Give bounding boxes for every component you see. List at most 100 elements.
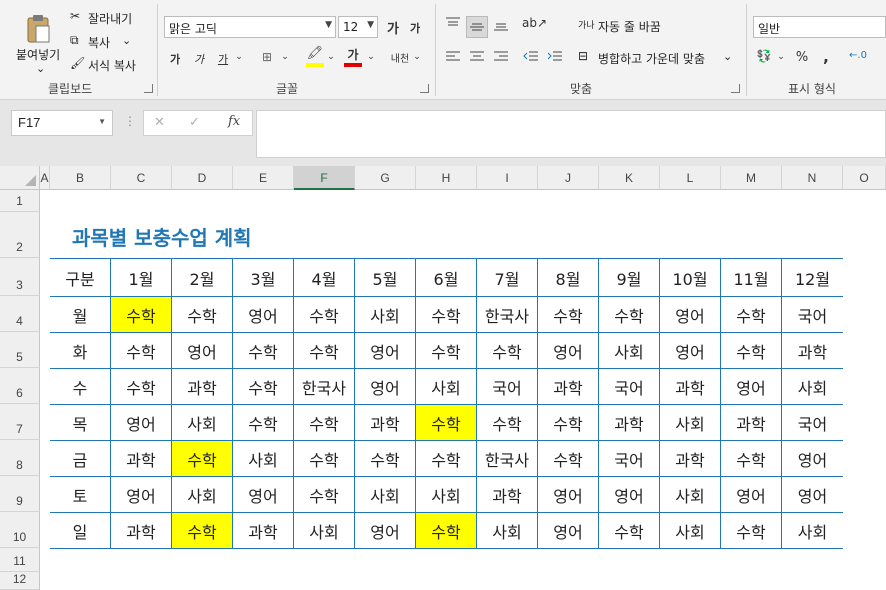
chevron-down-icon[interactable]: ⌄ <box>412 52 422 62</box>
column-header-m[interactable]: M <box>721 166 782 190</box>
align-top-icon[interactable] <box>444 16 462 36</box>
table-header-cell[interactable]: 7월 <box>477 259 538 296</box>
table-cell[interactable]: 수학 <box>294 333 355 368</box>
table-header-cell[interactable]: 구분 <box>50 259 111 296</box>
table-cell[interactable]: 국어 <box>599 441 660 476</box>
fill-color-icon[interactable]: 🖍 <box>306 46 324 67</box>
table-cell[interactable]: 사회 <box>294 513 355 548</box>
table-cell[interactable]: 수학 <box>721 513 782 548</box>
table-cell[interactable]: 수학 <box>233 333 294 368</box>
table-cell[interactable]: 영어 <box>111 477 172 512</box>
chevron-down-icon[interactable]: ⌄ <box>326 52 336 62</box>
column-header-i[interactable]: I <box>477 166 538 190</box>
table-cell[interactable]: 영어 <box>233 297 294 332</box>
column-header-l[interactable]: L <box>660 166 721 190</box>
row-header-11[interactable]: 11 <box>0 548 40 572</box>
column-header-j[interactable]: J <box>538 166 599 190</box>
table-cell[interactable]: 과학 <box>172 369 233 404</box>
table-cell[interactable]: 사회 <box>782 513 843 548</box>
paste-button[interactable]: 붙여넣기 ⌄ <box>10 8 66 75</box>
increase-decimal-icon[interactable]: ←.0 <box>846 50 870 61</box>
table-cell[interactable]: 한국사 <box>477 441 538 476</box>
comma-style-button[interactable]: , <box>818 48 834 66</box>
table-cell[interactable]: 영어 <box>782 477 843 512</box>
font-dialog-launcher-icon[interactable] <box>420 84 429 93</box>
table-cell[interactable]: 수학 <box>172 441 233 476</box>
formula-input[interactable] <box>256 110 886 158</box>
underline-button[interactable]: 가 <box>214 51 232 67</box>
table-cell[interactable]: 수학 <box>416 333 477 368</box>
decrease-indent-icon[interactable] <box>522 50 540 67</box>
font-size-select[interactable]: 12 ▼ <box>338 16 378 38</box>
bold-button[interactable]: 가 <box>166 51 184 67</box>
shrink-font-button[interactable]: 가 <box>406 20 424 36</box>
table-cell[interactable]: 과학 <box>660 441 721 476</box>
format-painter-button[interactable]: 🖌 서식 복사 <box>70 56 148 74</box>
table-cell[interactable]: 사회 <box>782 369 843 404</box>
table-cell[interactable]: 토 <box>50 477 111 512</box>
table-cell[interactable]: 영어 <box>660 333 721 368</box>
table-cell[interactable]: 영어 <box>721 477 782 512</box>
row-header-1[interactable]: 1 <box>0 190 40 212</box>
align-bottom-icon[interactable] <box>492 16 510 36</box>
table-cell[interactable]: 영어 <box>721 369 782 404</box>
table-cell[interactable]: 수학 <box>233 369 294 404</box>
table-cell[interactable]: 수학 <box>294 441 355 476</box>
percent-style-button[interactable]: % <box>794 50 810 65</box>
chevron-down-icon[interactable]: ⌄ <box>122 34 131 47</box>
row-header-10[interactable]: 10 <box>0 512 40 548</box>
column-header-b[interactable]: B <box>50 166 111 190</box>
table-header-cell[interactable]: 10월 <box>660 259 721 296</box>
table-cell[interactable]: 수학 <box>294 477 355 512</box>
table-cell[interactable]: 수학 <box>721 333 782 368</box>
align-right-icon[interactable] <box>492 50 510 67</box>
row-header-4[interactable]: 4 <box>0 296 40 332</box>
row-header-2[interactable]: 2 <box>0 212 40 258</box>
table-cell[interactable]: 사회 <box>355 297 416 332</box>
chevron-down-icon[interactable]: ⌄ <box>776 52 786 62</box>
table-cell[interactable]: 수학 <box>111 369 172 404</box>
grow-font-button[interactable]: 가 <box>384 18 402 37</box>
phonetic-button[interactable]: 내천 <box>388 50 412 65</box>
alignment-dialog-launcher-icon[interactable] <box>731 84 740 93</box>
table-header-cell[interactable]: 8월 <box>538 259 599 296</box>
table-cell[interactable]: 사회 <box>355 477 416 512</box>
table-cell[interactable]: 과학 <box>111 513 172 548</box>
table-cell[interactable]: 월 <box>50 297 111 332</box>
cut-button[interactable]: ✂ 잘라내기 <box>70 9 146 27</box>
copy-button[interactable]: ⧉ 복사 ⌄ <box>70 33 140 51</box>
table-cell[interactable]: 수학 <box>111 333 172 368</box>
number-format-select[interactable]: 일반 <box>753 16 886 38</box>
column-header-c[interactable]: C <box>111 166 172 190</box>
table-cell[interactable]: 영어 <box>355 513 416 548</box>
table-cell[interactable]: 과학 <box>721 405 782 440</box>
table-cell[interactable]: 수학 <box>416 513 477 548</box>
font-name-select[interactable]: 맑은 고딕 ▼ <box>164 16 336 38</box>
table-cell[interactable]: 수학 <box>355 441 416 476</box>
name-box[interactable]: F17 ▼ <box>11 110 113 136</box>
table-header-cell[interactable]: 4월 <box>294 259 355 296</box>
table-cell[interactable]: 영어 <box>233 477 294 512</box>
align-left-icon[interactable] <box>444 50 462 67</box>
table-cell[interactable]: 목 <box>50 405 111 440</box>
table-cell[interactable]: 수학 <box>477 333 538 368</box>
row-header-8[interactable]: 8 <box>0 440 40 476</box>
table-cell[interactable]: 수학 <box>538 297 599 332</box>
table-cell[interactable]: 영어 <box>172 333 233 368</box>
table-cell[interactable]: 사회 <box>660 513 721 548</box>
table-cell[interactable]: 국어 <box>477 369 538 404</box>
column-header-g[interactable]: G <box>355 166 416 190</box>
table-cell[interactable]: 수학 <box>172 513 233 548</box>
table-cell[interactable]: 사회 <box>233 441 294 476</box>
chevron-down-icon[interactable]: ▼ <box>98 117 106 126</box>
table-cell[interactable]: 한국사 <box>477 297 538 332</box>
table-cell[interactable]: 금 <box>50 441 111 476</box>
column-header-a[interactable]: A <box>40 166 50 190</box>
table-cell[interactable]: 과학 <box>782 333 843 368</box>
chevron-down-icon[interactable]: ⌄ <box>366 52 376 62</box>
table-header-cell[interactable]: 11월 <box>721 259 782 296</box>
chevron-down-icon[interactable]: ⌄ <box>280 52 290 62</box>
table-cell[interactable]: 사회 <box>599 333 660 368</box>
table-header-cell[interactable]: 6월 <box>416 259 477 296</box>
table-cell[interactable]: 사회 <box>172 477 233 512</box>
